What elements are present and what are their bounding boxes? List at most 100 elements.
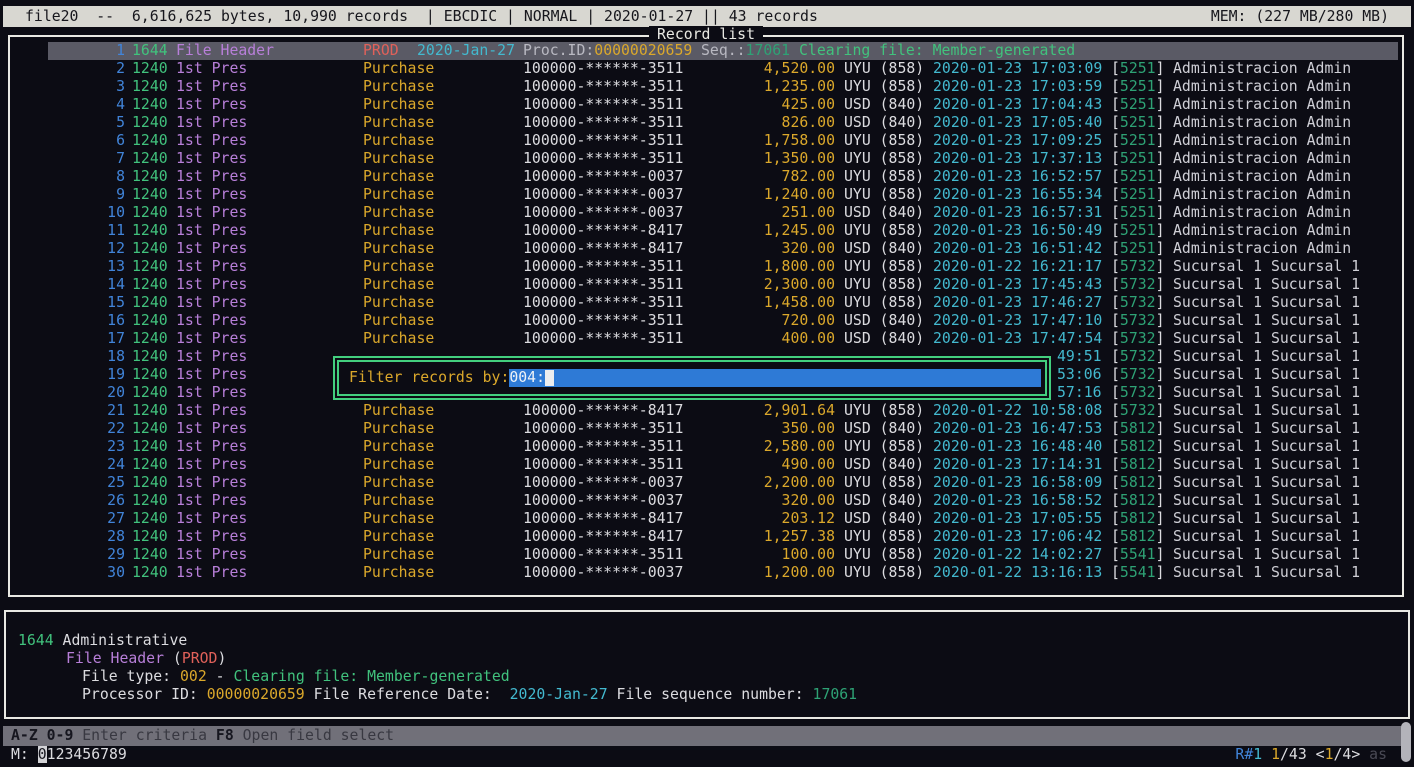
user-name: Sucursal 1 Sucursal 1: [1173, 402, 1360, 420]
record-row[interactable]: 3012401st PresPurchase100000-******-0037…: [10, 564, 1402, 582]
user-name: Administracion Admin: [1173, 150, 1351, 168]
record-type: 1st Pres: [176, 78, 247, 96]
record-row[interactable]: 712401st PresPurchase100000-******-35111…: [10, 150, 1402, 168]
record-row[interactable]: 1612401st PresPurchase100000-******-3511…: [10, 312, 1402, 330]
record-type: 1st Pres: [176, 168, 247, 186]
terminal-id: [5251]: [1111, 240, 1164, 258]
transaction-type: Purchase: [363, 312, 434, 330]
record-row[interactable]: 212401st PresPurchase100000-******-35114…: [10, 60, 1402, 78]
record-row[interactable]: 1412401st PresPurchase100000-******-3511…: [10, 276, 1402, 294]
currency: UYU (858): [844, 78, 924, 96]
terminal-id: [5251]: [1111, 132, 1164, 150]
terminal-id: [5251]: [1111, 60, 1164, 78]
terminal-id: [5251]: [1111, 222, 1164, 240]
timestamp: 2020-01-23 16:51:42: [933, 240, 1102, 258]
record-type: 1st Pres: [176, 474, 247, 492]
record-row[interactable]: 2312401st PresPurchase100000-******-3511…: [10, 438, 1402, 456]
record-row[interactable]: 2612401st PresPurchase100000-******-0037…: [10, 492, 1402, 510]
amount: 782.00: [635, 168, 835, 186]
scrollbar-thumb[interactable]: [1401, 722, 1411, 762]
record-type: 1st Pres: [176, 330, 247, 348]
record-row[interactable]: 2212401st PresPurchase100000-******-3511…: [10, 420, 1402, 438]
record-row[interactable]: 2812401st PresPurchase100000-******-8417…: [10, 528, 1402, 546]
row-number: 20: [25, 384, 125, 402]
currency: UYU (858): [844, 60, 924, 78]
record-row[interactable]: 1712401st PresPurchase100000-******-3511…: [10, 330, 1402, 348]
record-row[interactable]: 512401st PresPurchase100000-******-35118…: [10, 114, 1402, 132]
terminal-id: [5812]: [1111, 420, 1164, 438]
transaction-type: Purchase: [363, 186, 434, 204]
row-number: 24: [25, 456, 125, 474]
record-length: 1240: [132, 96, 168, 114]
transaction-type: Purchase: [363, 60, 434, 78]
transaction-type: Purchase: [363, 204, 434, 222]
amount: 251.00: [635, 204, 835, 222]
record-row[interactable]: 2912401st PresPurchase100000-******-3511…: [10, 546, 1402, 564]
amount: 2,200.00: [635, 474, 835, 492]
record-row[interactable]: 1312401st PresPurchase100000-******-3511…: [10, 258, 1402, 276]
record-row[interactable]: 2712401st PresPurchase100000-******-8417…: [10, 510, 1402, 528]
record-row[interactable]: 1212401st PresPurchase100000-******-8417…: [10, 240, 1402, 258]
record-length: 1240: [132, 186, 168, 204]
record-type: 1st Pres: [176, 420, 247, 438]
timestamp: 2020-01-23 17:45:43: [933, 276, 1102, 294]
record-row[interactable]: 2412401st PresPurchase100000-******-3511…: [10, 456, 1402, 474]
record-length: 1240: [132, 492, 168, 510]
amount: 2,300.00: [635, 276, 835, 294]
record-row[interactable]: 412401st PresPurchase100000-******-35114…: [10, 96, 1402, 114]
record-row[interactable]: 2512401st PresPurchase100000-******-0037…: [10, 474, 1402, 492]
filter-label: Filter records by:: [349, 369, 509, 387]
transaction-type: Purchase: [363, 150, 434, 168]
currency: USD (840): [844, 492, 924, 510]
terminal-id: [5541]: [1111, 546, 1164, 564]
row-number: 5: [25, 114, 125, 132]
user-name: Sucursal 1 Sucursal 1: [1173, 384, 1360, 402]
timestamp: 2020-01-23 16:58:09: [933, 474, 1102, 492]
amount: 1,458.00: [635, 294, 835, 312]
timestamp: 2020-01-23 17:46:27: [933, 294, 1102, 312]
record-row-selected[interactable]: 11644File HeaderPROD2020-Jan-27Proc.ID:0…: [10, 42, 1402, 60]
record-row[interactable]: 1112401st PresPurchase100000-******-8417…: [10, 222, 1402, 240]
record-type: 1st Pres: [176, 546, 247, 564]
currency: USD (840): [844, 96, 924, 114]
shortcut-key: A-Z 0-9: [11, 727, 73, 745]
amount: 320.00: [635, 492, 835, 510]
mode-indicator: M: 0123456789: [11, 746, 127, 764]
terminal-id: [5732]: [1111, 348, 1164, 366]
row-number: 29: [25, 546, 125, 564]
record-row[interactable]: 312401st PresPurchase100000-******-35111…: [10, 78, 1402, 96]
record-row[interactable]: 612401st PresPurchase100000-******-35111…: [10, 132, 1402, 150]
row-number: 9: [25, 186, 125, 204]
record-row[interactable]: 1512401st PresPurchase100000-******-3511…: [10, 294, 1402, 312]
row-number: 6: [25, 132, 125, 150]
record-row[interactable]: 1012401st PresPurchase100000-******-0037…: [10, 204, 1402, 222]
timestamp: 2020-01-22 10:58:08: [933, 402, 1102, 420]
detail-line: File type: 002 - Clearing file: Member-g…: [82, 668, 510, 686]
amount: 1,800.00: [635, 258, 835, 276]
terminal-id: [5812]: [1111, 510, 1164, 528]
processor-id: Proc.ID:00000020659: [523, 42, 692, 60]
timestamp: 2020-01-23 17:09:25: [933, 132, 1102, 150]
timestamp: 2020-01-22 13:16:13: [933, 564, 1102, 582]
record-length: 1240: [132, 222, 168, 240]
record-length: 1240: [132, 258, 168, 276]
filter-input[interactable]: 004:: [509, 369, 1041, 387]
row-total: /43: [1280, 746, 1307, 763]
terminal-id: [5732]: [1111, 366, 1164, 384]
row-number: 1: [25, 42, 125, 60]
currency: UYU (858): [844, 438, 924, 456]
transaction-type: Purchase: [363, 564, 434, 582]
terminal-id: [5812]: [1111, 438, 1164, 456]
timestamp: 2020-01-23 17:03:59: [933, 78, 1102, 96]
record-length: 1240: [132, 240, 168, 258]
currency: USD (840): [844, 312, 924, 330]
currency: UYU (858): [844, 528, 924, 546]
record-type: 1st Pres: [176, 276, 247, 294]
record-row[interactable]: 912401st PresPurchase100000-******-00371…: [10, 186, 1402, 204]
record-row[interactable]: 812401st PresPurchase100000-******-00377…: [10, 168, 1402, 186]
transaction-type: Purchase: [363, 420, 434, 438]
terminal-id: [5812]: [1111, 474, 1164, 492]
record-row[interactable]: 2112401st PresPurchase100000-******-8417…: [10, 402, 1402, 420]
record-type: 1st Pres: [176, 60, 247, 78]
terminal-id: [5251]: [1111, 186, 1164, 204]
